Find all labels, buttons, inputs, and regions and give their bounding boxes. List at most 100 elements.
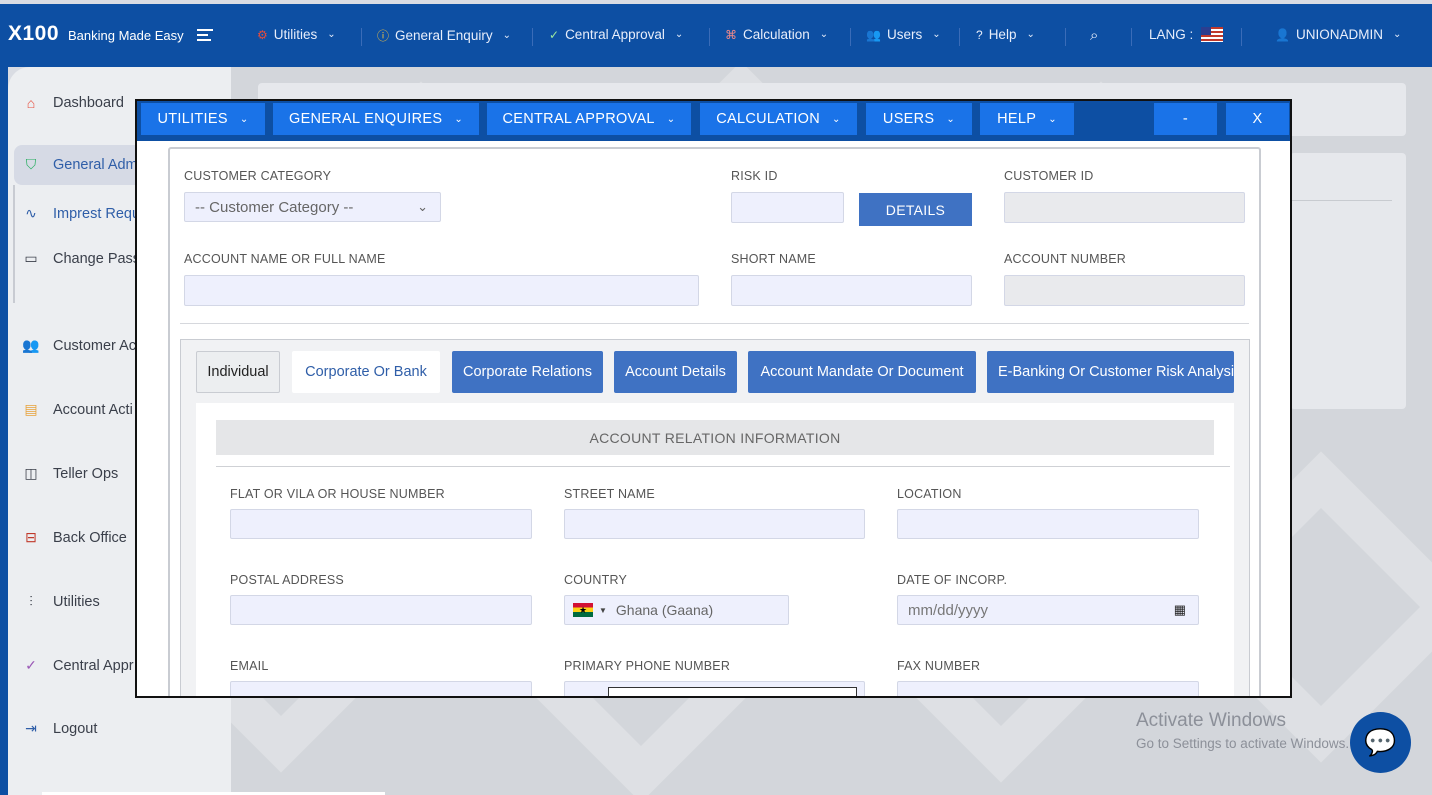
- sidebar-item-central-approval[interactable]: ✓ Central Appr: [22, 657, 134, 674]
- sidebar-item-customer-account[interactable]: 👥 Customer Ac: [22, 337, 136, 354]
- chevron-down-icon: ⌄: [674, 29, 684, 40]
- sidebar-item-label: Teller Ops: [53, 465, 119, 482]
- home-icon: ⌂: [26, 95, 36, 111]
- monitor-icon: ▭: [24, 250, 38, 266]
- modal-menu-users[interactable]: USERS ⌄: [866, 103, 972, 135]
- credit-card-icon: ▤: [24, 401, 38, 417]
- customer-id-input[interactable]: [1004, 192, 1245, 223]
- sidebar-layout-icon: ◫: [24, 465, 38, 481]
- modal-menu-help[interactable]: HELP ⌄: [980, 103, 1074, 135]
- street-name-input[interactable]: [564, 509, 865, 539]
- chat-bubble-icon[interactable]: 💬: [1350, 712, 1411, 773]
- house-number-input[interactable]: [230, 509, 532, 539]
- account-number-input[interactable]: [1004, 275, 1245, 306]
- postal-address-input[interactable]: [230, 595, 532, 625]
- location-input[interactable]: [897, 509, 1199, 539]
- sidebar-item-change-password[interactable]: ▭ Change Pass: [22, 250, 140, 267]
- phone-country-dropdown[interactable]: [608, 687, 857, 696]
- topnav-label: Central Approval: [565, 27, 665, 42]
- sidebar-item-label: Change Pass: [53, 250, 141, 267]
- gear-icon: ⚙: [257, 27, 268, 42]
- topnav-central-approval[interactable]: ✓ Central Approval ⌄: [549, 27, 683, 42]
- sidebar-item-account-activity[interactable]: ▤ Account Acti: [22, 401, 132, 418]
- close-button[interactable]: X: [1226, 103, 1289, 135]
- chevron-down-icon: ⌄: [1026, 29, 1035, 40]
- country-select[interactable]: ▼ Ghana (Gaana): [564, 595, 789, 625]
- shield-icon: ⛉: [25, 156, 37, 172]
- country-label: COUNTRY: [564, 573, 627, 587]
- topnav-users[interactable]: 👥 Users ⌄: [866, 27, 941, 42]
- topnav-label: General Enquiry: [395, 28, 493, 43]
- sidebar-item-label: Imprest Requ: [53, 205, 141, 222]
- sidebar-item-label: Logout: [53, 720, 98, 737]
- risk-id-input[interactable]: [731, 192, 844, 223]
- chevron-down-icon: ⌄: [1392, 29, 1402, 40]
- chevron-down-icon: ⌄: [239, 113, 249, 125]
- tab-individual[interactable]: Individual: [196, 351, 280, 393]
- account-name-input[interactable]: [184, 275, 699, 306]
- risk-id-label: RISK ID: [731, 169, 778, 183]
- tab-account-details[interactable]: Account Details: [614, 351, 737, 393]
- sidebar-item-back-office[interactable]: ⊟ Back Office: [22, 529, 127, 546]
- short-name-label: SHORT NAME: [731, 252, 816, 266]
- search-icon[interactable]: ⌕: [1090, 27, 1098, 44]
- minus-square-icon: ⊟: [25, 529, 37, 545]
- modal-menubar: UTILITIES ⌄ GENERAL ENQUIRES ⌄ CENTRAL APP…: [137, 101, 1290, 141]
- sidebar-item-teller-ops[interactable]: ◫ Teller Ops: [22, 465, 118, 482]
- chevron-down-icon: ⌄: [832, 113, 841, 125]
- us-flag-icon: [1201, 27, 1224, 42]
- menu-toggle-icon[interactable]: [197, 29, 213, 44]
- user-menu[interactable]: 👤 UNIONADMIN ⌄: [1275, 27, 1401, 42]
- tab-corporate-relations[interactable]: Corporate Relations: [452, 351, 603, 393]
- language-selector[interactable]: LANG :: [1149, 27, 1224, 42]
- background-card: [1290, 153, 1406, 409]
- modal-menu-general-enquires[interactable]: GENERAL ENQUIRES ⌄: [273, 103, 479, 135]
- tab-e-banking-risk[interactable]: E-Banking Or Customer Risk Analysis: [987, 351, 1234, 393]
- account-name-label: ACCOUNT NAME OR FULL NAME: [184, 252, 386, 266]
- minimize-button[interactable]: -: [1154, 103, 1217, 135]
- topnav-help[interactable]: ? Help ⌄: [976, 27, 1035, 42]
- details-button[interactable]: DETAILS: [859, 193, 972, 226]
- chevron-down-icon: ⌄: [502, 30, 511, 41]
- tab-account-mandate[interactable]: Account Mandate Or Document: [748, 351, 976, 393]
- check-circle-icon: ✓: [25, 657, 37, 673]
- topnav-utilities[interactable]: ⚙ Utilities ⌄: [257, 27, 336, 42]
- users-icon: 👥: [22, 337, 40, 353]
- short-name-input[interactable]: [731, 275, 972, 306]
- customer-category-select[interactable]: -- Customer Category -- ⌄: [184, 192, 441, 222]
- sidebar-item-label: General Adm: [53, 156, 138, 173]
- location-label: LOCATION: [897, 487, 962, 501]
- customer-id-label: CUSTOMER ID: [1004, 169, 1094, 183]
- date-of-incorp-input[interactable]: mm/dd/yyyy ▦: [897, 595, 1199, 625]
- sidebar-item-dashboard[interactable]: ⌂ Dashboard: [22, 95, 124, 111]
- account-number-label: ACCOUNT NUMBER: [1004, 252, 1127, 266]
- modal-menu-calculation[interactable]: CALCULATION ⌄: [700, 103, 857, 135]
- top-navbar: X100 Banking Made Easy ⚙ Utilities ⌄ ⓘ G…: [0, 4, 1432, 67]
- street-name-label: STREET NAME: [564, 487, 655, 501]
- topnav-general-enquiry[interactable]: ⓘ General Enquiry ⌄: [377, 27, 511, 44]
- modal-menu-central-approval[interactable]: CENTRAL APPROVAL ⌄: [487, 103, 691, 135]
- customer-category-label: CUSTOMER CATEGORY: [184, 169, 332, 183]
- info-icon: ⓘ: [377, 29, 390, 43]
- sidebar-item-general-admin[interactable]: ⛉ General Adm: [22, 156, 138, 173]
- chevron-down-icon: ⌄: [1048, 113, 1057, 125]
- fax-number-input[interactable]: [897, 681, 1199, 696]
- modal-menu-utilities[interactable]: UTILITIES ⌄: [141, 103, 265, 135]
- user-icon: 👤: [1275, 27, 1290, 42]
- house-number-label: FLAT OR VILA OR HOUSE NUMBER: [230, 487, 445, 501]
- email-label: EMAIL: [230, 659, 269, 673]
- sliders-icon: ⫶: [29, 593, 33, 609]
- logout-icon: ⇥: [25, 720, 37, 736]
- email-input[interactable]: [230, 681, 532, 696]
- chevron-down-icon: ⌄: [946, 113, 956, 125]
- sidebar-item-imprest-request[interactable]: ∿ Imprest Requ: [22, 205, 140, 222]
- tab-corporate-or-bank[interactable]: Corporate Or Bank: [292, 351, 440, 393]
- command-icon: ⌘: [725, 27, 737, 42]
- calendar-icon: ▦: [1173, 602, 1186, 617]
- sidebar-item-logout[interactable]: ⇥ Logout: [22, 720, 97, 737]
- sidebar-item-label: Dashboard: [53, 95, 124, 111]
- topnav-calculation[interactable]: ⌘ Calculation ⌄: [725, 27, 828, 42]
- sidebar-item-label: Customer Ac: [53, 337, 136, 354]
- sidebar-item-label: Central Appr: [53, 657, 134, 674]
- sidebar-item-utilities[interactable]: ⫶ Utilities: [22, 593, 99, 610]
